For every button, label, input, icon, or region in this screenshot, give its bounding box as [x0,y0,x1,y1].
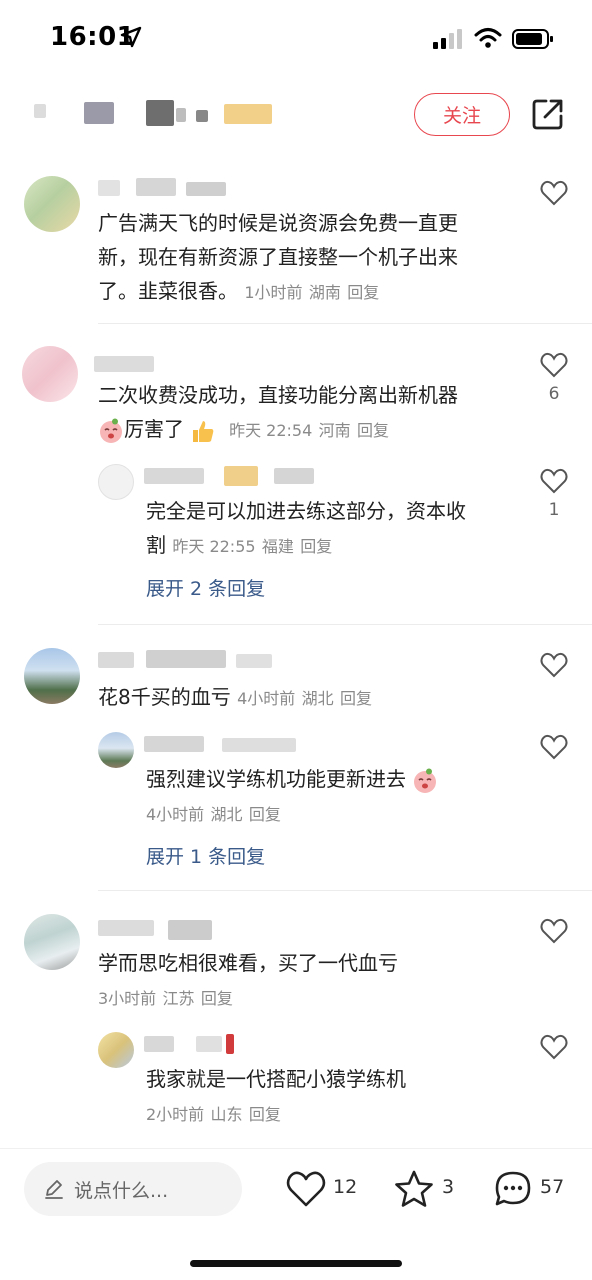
comment-time: 昨天 22:55 [172,537,256,556]
reply-link[interactable]: 回复 [340,689,372,708]
divider [98,890,592,891]
comment-time: 4小时前 [146,805,205,824]
comment-location: 湖北 [210,805,243,824]
comment-bubble-icon[interactable] [493,1170,533,1208]
avatar[interactable] [98,464,134,500]
reply-link[interactable]: 回复 [347,283,379,302]
share-icon[interactable] [530,96,566,132]
avatar[interactable] [22,346,78,402]
avatar[interactable] [24,176,80,232]
home-indicator[interactable] [190,1260,402,1267]
reply-text: 我家就是一代搭配小猿学练机 2小时前 山东 回复 [146,1067,406,1124]
comment-location: 江苏 [162,989,195,1008]
reply-link[interactable]: 回复 [300,537,332,556]
avatar[interactable] [98,732,134,768]
divider [98,624,592,625]
heart-icon[interactable] [540,180,568,206]
comment-count: 57 [540,1176,565,1198]
heart-icon[interactable] [540,734,568,760]
thumbs-up-icon [193,420,214,442]
like-count: 1 [548,500,560,520]
star-count: 3 [442,1176,455,1198]
avatar[interactable] [24,914,80,970]
comment-text: 学而思吃相很难看，买了一代血亏 3小时前 江苏 回复 [98,951,398,1008]
comment-time: 3小时前 [98,989,157,1008]
expand-replies-link[interactable]: 展开 1 条回复 [146,842,265,869]
wifi-icon [474,28,502,48]
reply-text: 强烈建议学练机功能更新进去 4小时前 湖北 回复 [146,762,516,832]
avatar[interactable] [24,648,80,704]
crying-face-icon [100,418,122,443]
comment-time: 1小时前 [244,283,303,302]
heart-icon[interactable] [540,468,568,494]
status-bar: 16:01 [0,0,592,80]
heart-icon[interactable] [540,1034,568,1060]
location-arrow-icon [120,26,142,48]
comment-text: 广告满天飞的时候是说资源会免费一直更 新，现在有新资源了直接整一个机子出来 了。… [98,211,458,303]
reply-text: 完全是可以加进去练这部分，资本收 割 昨天 22:55 福建 回复 [146,499,466,557]
like-count: 6 [548,384,560,404]
comment-time: 2小时前 [146,1105,205,1124]
heart-icon[interactable] [540,652,568,678]
follow-button[interactable]: 关注 [414,93,510,136]
star-icon[interactable] [394,1170,434,1208]
pen-icon [45,1180,63,1199]
comment-location: 福建 [261,537,294,556]
signal-icon [433,29,462,49]
comment-input-placeholder[interactable]: 说点什么... [74,1176,168,1203]
comment-time: 昨天 22:54 [229,421,313,440]
comment-location: 山东 [210,1105,243,1124]
comment-location: 河南 [318,421,351,440]
comment-text: 花8千买的血亏 4小时前 湖北 回复 [98,685,373,709]
heart-icon[interactable] [286,1170,326,1208]
comment-location: 湖北 [301,689,334,708]
reply-link[interactable]: 回复 [201,989,233,1008]
reply-link[interactable]: 回复 [249,1105,281,1124]
reply-link[interactable]: 回复 [357,421,389,440]
heart-icon[interactable] [540,918,568,944]
heart-icon[interactable] [540,352,568,378]
avatar[interactable] [98,1032,134,1068]
comment-location: 湖南 [308,283,341,302]
crying-face-icon [414,768,437,793]
divider [98,323,592,324]
comment-text: 二次收费没成功，直接功能分离出新机器 厉害了 昨天 22:54 河南 回复 [98,378,518,448]
expand-replies-link[interactable]: 展开 2 条回复 [146,574,265,601]
comment-time: 4小时前 [237,689,296,708]
reply-link[interactable]: 回复 [249,805,281,824]
battery-icon [512,29,553,49]
like-count: 12 [333,1176,358,1198]
